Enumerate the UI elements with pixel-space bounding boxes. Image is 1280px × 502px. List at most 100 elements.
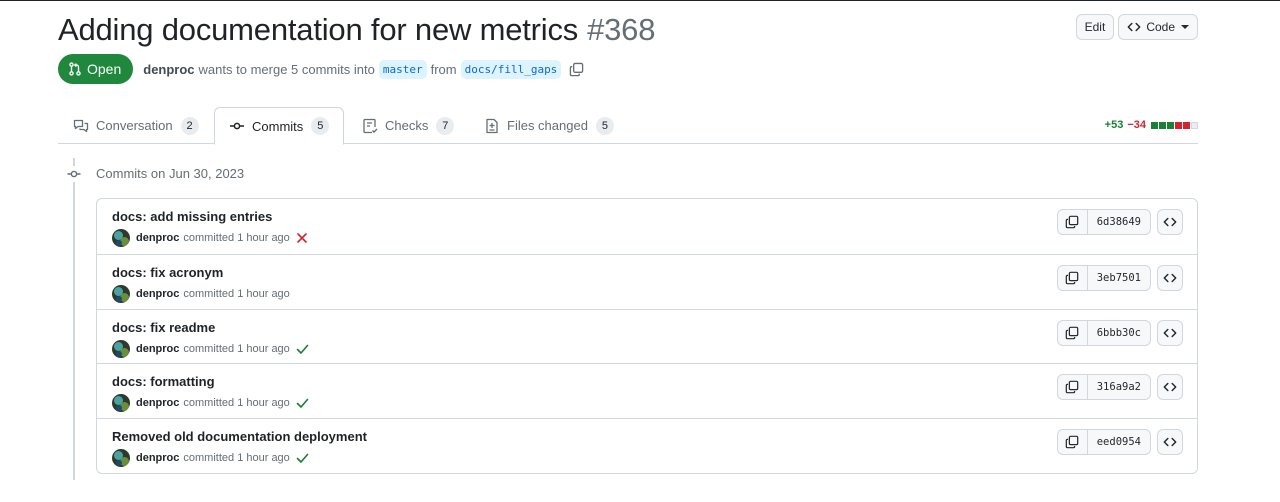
edit-button[interactable]: Edit (1075, 14, 1115, 40)
commit-author-link[interactable]: denproc (136, 232, 179, 244)
browse-repo-button[interactable] (1157, 374, 1183, 401)
pr-title: Adding documentation for new metrics #368 (58, 12, 655, 48)
sha-button-group: eed0954 (1056, 429, 1151, 456)
diffstat-additions: +53 (1104, 119, 1124, 131)
diffstat-block-add (1167, 121, 1174, 129)
tab-commits-label: Commits (252, 118, 304, 134)
status-badge-label: Open (87, 61, 122, 77)
sha-button-group: 6bbb30c (1056, 319, 1151, 346)
commit-author-link[interactable]: denproc (136, 343, 179, 355)
commit-sha-link[interactable]: 6bbb30c (1088, 321, 1150, 345)
diffstat-deletions: −34 (1127, 119, 1146, 131)
head-branch-link[interactable]: docs/fill_gaps (460, 59, 562, 79)
code-icon (1163, 437, 1177, 447)
commit-time: committed 1 hour ago (183, 342, 290, 355)
tab-commits-count: 5 (311, 117, 330, 135)
avatar[interactable] (112, 394, 130, 413)
checklist-icon (363, 118, 378, 133)
commit-meta: denproc committed 1 hour ago (112, 449, 309, 468)
diffstat-block-del (1183, 121, 1190, 129)
avatar[interactable] (112, 339, 130, 358)
code-icon (1163, 328, 1177, 337)
copy-sha-button[interactable] (1058, 265, 1088, 290)
avatar[interactable] (112, 449, 130, 468)
commit-author-link[interactable]: denproc (136, 288, 179, 300)
from-text: from (430, 61, 457, 77)
browse-repo-button[interactable] (1157, 319, 1183, 346)
browse-repo-button[interactable] (1157, 264, 1183, 291)
commit-meta: denproc committed 1 hour ago (112, 229, 308, 247)
copy-icon (1065, 381, 1079, 394)
status-success-button[interactable] (296, 343, 309, 355)
commit-title-link[interactable]: docs: formatting (112, 374, 215, 389)
commit-actions: eed0954 (1056, 429, 1183, 456)
pr-author-link[interactable]: denproc (143, 62, 194, 77)
commit-time: committed 1 hour ago (183, 232, 290, 244)
edit-button-label: Edit (1084, 20, 1106, 34)
avatar[interactable] (112, 229, 130, 247)
header-actions: Edit Code (1075, 14, 1198, 40)
commit-sha-link[interactable]: 6d38649 (1088, 210, 1150, 234)
code-icon (1163, 273, 1177, 283)
pr-tabs: Conversation 2 Commits 5 Checks 7 Files … (58, 107, 1198, 145)
browse-repo-button[interactable] (1157, 209, 1183, 235)
sha-button-group: 316a9a2 (1056, 374, 1151, 401)
commit-actions: 3eb7501 (1056, 264, 1183, 291)
code-icon (1163, 383, 1177, 392)
window-top-border (0, 0, 1280, 1)
commit-meta: denproc committed 1 hour ago (112, 339, 309, 358)
commit-title-link[interactable]: docs: add missing entries (112, 209, 272, 224)
commit-author-link[interactable]: denproc (136, 452, 179, 464)
copy-sha-button[interactable] (1058, 210, 1088, 234)
commit-title-link[interactable]: docs: fix readme (112, 320, 215, 335)
tab-files-changed-label: Files changed (507, 118, 588, 133)
commit-time: committed 1 hour ago (183, 287, 290, 300)
code-icon (1127, 22, 1141, 32)
check-icon (296, 453, 309, 463)
git-pull-request-icon (69, 62, 81, 76)
code-button[interactable]: Code (1118, 14, 1198, 40)
tab-checks[interactable]: Checks 7 (362, 107, 455, 144)
git-commit-icon (230, 122, 244, 130)
tab-files-changed-count: 5 (595, 116, 614, 135)
code-button-label: Code (1146, 20, 1175, 34)
status-success-button[interactable] (296, 397, 309, 409)
commit-author-link[interactable]: denproc (136, 397, 179, 409)
commit-sha-link[interactable]: eed0954 (1088, 430, 1150, 454)
copy-icon (1065, 435, 1079, 449)
base-branch-link[interactable]: master (378, 59, 427, 79)
sha-button-group: 3eb7501 (1056, 264, 1151, 291)
copy-sha-button[interactable] (1058, 320, 1088, 345)
commit-sha-link[interactable]: 3eb7501 (1088, 266, 1150, 290)
tab-files-changed[interactable]: Files changed 5 (484, 107, 614, 144)
tab-checks-count: 7 (436, 116, 455, 135)
diffstat-block-neutral (1191, 121, 1198, 129)
tab-conversation-count: 2 (180, 116, 199, 135)
list-item: docs: add missing entries denproc commit… (97, 199, 1197, 254)
status-badge: Open (58, 54, 134, 84)
list-item: docs: formatting denproc committed 1 hou… (97, 363, 1197, 418)
tab-commits[interactable]: Commits 5 (214, 107, 345, 145)
tab-conversation[interactable]: Conversation 2 (73, 107, 199, 144)
status-success-button[interactable] (296, 452, 309, 464)
pr-state-row: Open denproc wants to merge 5 commits in… (58, 54, 584, 84)
comment-discussion-icon (73, 119, 89, 132)
list-item: docs: fix acronym denproc committed 1 ho… (97, 253, 1197, 309)
sha-button-group: 6d38649 (1056, 209, 1151, 235)
commit-title-link[interactable]: Removed old documentation deployment (112, 429, 367, 444)
diffstat: +53 −34 (1105, 119, 1198, 131)
timeline-line (73, 158, 75, 480)
copy-sha-button[interactable] (1058, 375, 1088, 400)
browse-repo-button[interactable] (1157, 429, 1183, 456)
commit-title-link[interactable]: docs: fix acronym (112, 265, 223, 280)
status-failure-button[interactable] (296, 232, 308, 244)
commit-meta: denproc committed 1 hour ago (112, 284, 290, 303)
avatar[interactable] (112, 284, 130, 303)
diffstat-block-add (1159, 121, 1166, 129)
x-icon (296, 233, 307, 243)
commit-sha-link[interactable]: 316a9a2 (1088, 375, 1150, 399)
copy-sha-button[interactable] (1058, 430, 1088, 455)
code-icon (1163, 217, 1177, 227)
check-icon (296, 399, 309, 409)
copy-branch-button[interactable] (569, 62, 584, 77)
